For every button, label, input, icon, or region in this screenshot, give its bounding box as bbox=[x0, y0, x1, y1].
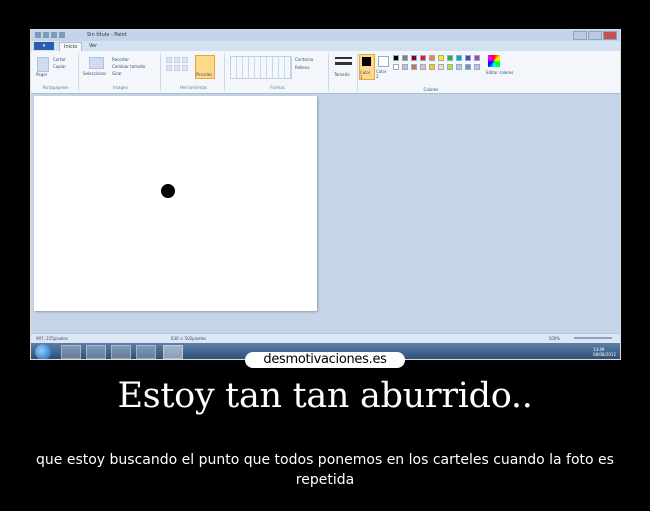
color-palette bbox=[393, 55, 493, 85]
tray-date: 08/08/2012 bbox=[592, 352, 616, 357]
fill-icon[interactable] bbox=[174, 57, 180, 63]
image-size: 636 × 502píxeles bbox=[171, 336, 207, 341]
color2-button[interactable]: Color 2 bbox=[376, 54, 390, 79]
edit-colors-label[interactable]: Editar colores bbox=[486, 70, 513, 75]
rotate-button[interactable]: Girar bbox=[112, 71, 122, 76]
group-label-tools: Herramientas bbox=[179, 85, 208, 90]
canvas-workspace bbox=[31, 94, 620, 338]
color1-button[interactable]: Color 1 bbox=[359, 54, 375, 80]
palette-swatch[interactable] bbox=[402, 55, 408, 61]
palette-swatch[interactable] bbox=[456, 55, 462, 61]
palette-swatch[interactable] bbox=[474, 64, 480, 70]
palette-swatch[interactable] bbox=[393, 55, 399, 61]
color2-swatch bbox=[378, 56, 389, 67]
paste-label[interactable]: Pegar bbox=[36, 72, 47, 77]
palette-swatch[interactable] bbox=[402, 64, 408, 70]
palette-swatch[interactable] bbox=[411, 64, 417, 70]
minimize-button[interactable] bbox=[573, 31, 587, 40]
color1-swatch bbox=[362, 57, 371, 66]
group-label-clipboard: Portapapeles bbox=[42, 85, 69, 90]
magnifier-icon[interactable] bbox=[182, 65, 188, 71]
size-line-thick-icon bbox=[335, 62, 352, 65]
shapes-gallery[interactable] bbox=[230, 56, 292, 79]
size-button[interactable]: Tamaño bbox=[334, 72, 350, 77]
resize-button[interactable]: Cambiar tamaño bbox=[112, 64, 146, 69]
palette-swatch[interactable] bbox=[474, 55, 480, 61]
cursor-position: 997, 225píxeles bbox=[36, 336, 68, 341]
tab-home[interactable]: Inicio bbox=[59, 42, 83, 51]
select-icon[interactable] bbox=[89, 57, 104, 69]
taskbar-app[interactable] bbox=[136, 345, 156, 359]
palette-swatch[interactable] bbox=[429, 55, 435, 61]
group-tools: Pinceles Herramientas bbox=[163, 53, 225, 91]
crop-button[interactable]: Recortar bbox=[112, 57, 129, 62]
paint-app-icon[interactable] bbox=[35, 32, 41, 38]
palette-swatch[interactable] bbox=[393, 64, 399, 70]
palette-swatch[interactable] bbox=[465, 55, 471, 61]
palette-swatch[interactable] bbox=[438, 64, 444, 70]
pencil-icon[interactable] bbox=[166, 57, 172, 63]
taskbar-browser[interactable] bbox=[111, 345, 131, 359]
cut-button[interactable]: Cortar bbox=[53, 57, 66, 62]
taskbar-explorer[interactable] bbox=[61, 345, 81, 359]
status-bar: 997, 225píxeles 636 × 502píxeles 100% bbox=[31, 333, 620, 343]
palette-swatch[interactable] bbox=[411, 55, 417, 61]
close-button[interactable] bbox=[603, 31, 617, 40]
group-image: Seleccionar Recortar Cambiar tamaño Gira… bbox=[81, 53, 161, 91]
group-label-colors: Colores bbox=[423, 87, 439, 92]
size-line-thin-icon bbox=[335, 57, 352, 59]
taskbar-media[interactable] bbox=[86, 345, 106, 359]
drawing-canvas[interactable] bbox=[34, 96, 317, 311]
group-label-shapes: Formas bbox=[270, 85, 285, 90]
color-picker-icon[interactable] bbox=[174, 65, 180, 71]
window-title: Sin título - Paint bbox=[87, 32, 127, 38]
size-group: Tamaño bbox=[331, 53, 358, 91]
paint-menu-button[interactable]: ▾ bbox=[34, 42, 54, 50]
black-dot bbox=[161, 184, 175, 198]
window-controls bbox=[573, 31, 617, 40]
quick-access-toolbar bbox=[35, 32, 65, 38]
eraser-icon[interactable] bbox=[166, 65, 172, 71]
text-icon[interactable] bbox=[182, 57, 188, 63]
palette-swatch[interactable] bbox=[465, 64, 471, 70]
ribbon: Pegar Cortar Copiar Portapapeles Selecci… bbox=[31, 51, 620, 94]
palette-swatch[interactable] bbox=[420, 55, 426, 61]
palette-swatch[interactable] bbox=[447, 64, 453, 70]
color2-label: Color 2 bbox=[376, 69, 387, 79]
start-button[interactable] bbox=[35, 344, 51, 359]
zoom-slider[interactable] bbox=[574, 337, 612, 339]
copy-button[interactable]: Copiar bbox=[53, 64, 66, 69]
fill-button[interactable]: Relleno bbox=[295, 65, 310, 70]
title-bar: Sin título - Paint bbox=[31, 30, 620, 41]
redo-icon[interactable] bbox=[59, 32, 65, 38]
system-tray: 13:49 08/08/2012 bbox=[593, 347, 616, 357]
save-icon[interactable] bbox=[43, 32, 49, 38]
palette-swatch[interactable] bbox=[420, 64, 426, 70]
color1-label: Color 1 bbox=[360, 70, 371, 80]
palette-swatch[interactable] bbox=[447, 55, 453, 61]
paste-icon[interactable] bbox=[37, 57, 49, 72]
group-label-image: Imagen bbox=[112, 85, 129, 90]
undo-icon[interactable] bbox=[51, 32, 57, 38]
palette-swatch[interactable] bbox=[429, 64, 435, 70]
poster-caption: que estoy buscando el punto que todos po… bbox=[36, 452, 614, 488]
palette-swatch[interactable] bbox=[456, 64, 462, 70]
palette-swatch[interactable] bbox=[438, 55, 444, 61]
ribbon-tabs: ▾ Inicio Ver bbox=[31, 41, 620, 51]
taskbar-paint[interactable] bbox=[163, 345, 183, 359]
select-label[interactable]: Seleccionar bbox=[83, 71, 106, 76]
group-clipboard: Pegar Cortar Copiar Portapapeles bbox=[33, 53, 79, 91]
poster-heading: Estoy tan tan aburrido.. bbox=[117, 376, 533, 416]
edit-colors-icon[interactable] bbox=[488, 55, 500, 67]
screenshot-frame: Sin título - Paint ▾ Inicio Ver Pegar Co… bbox=[30, 29, 621, 360]
maximize-button[interactable] bbox=[588, 31, 602, 40]
zoom-level: 100% bbox=[548, 336, 560, 341]
site-logo: desmotivaciones.es bbox=[245, 352, 405, 368]
outline-button[interactable]: Contorno bbox=[295, 57, 313, 62]
tab-view[interactable]: Ver bbox=[85, 42, 101, 50]
group-shapes: Contorno Relleno Formas bbox=[227, 53, 329, 91]
brushes-label: Pinceles bbox=[196, 72, 213, 77]
